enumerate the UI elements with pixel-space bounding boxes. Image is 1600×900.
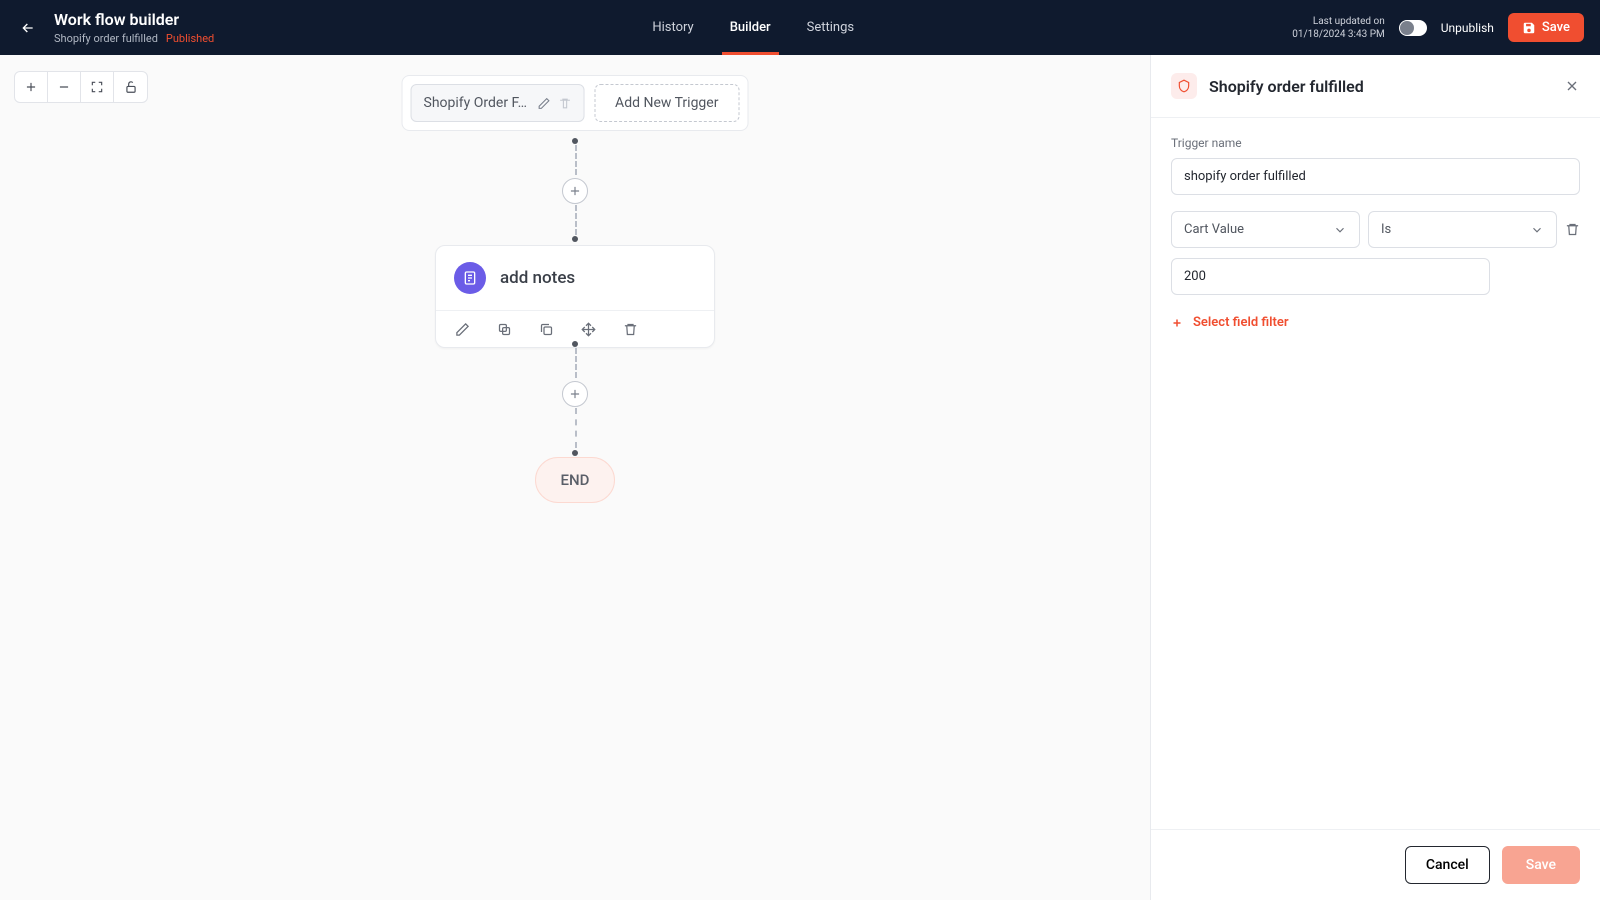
chevron-down-icon bbox=[1333, 223, 1347, 237]
page-title: Work flow builder bbox=[54, 10, 214, 29]
move-icon bbox=[581, 322, 596, 337]
filter-value-input[interactable] bbox=[1171, 258, 1490, 295]
app-header: Work flow builder Shopify order fulfille… bbox=[0, 0, 1600, 55]
plus-icon bbox=[568, 184, 582, 198]
add-filter-button[interactable]: Select field filter bbox=[1171, 315, 1580, 330]
end-node: END bbox=[535, 457, 615, 503]
panel-save-button[interactable]: Save bbox=[1502, 846, 1580, 884]
unpublish-label: Unpublish bbox=[1441, 21, 1494, 35]
trigger-name-label: Trigger name bbox=[1171, 136, 1580, 150]
edit-action-button[interactable] bbox=[454, 321, 470, 337]
add-step-button[interactable] bbox=[562, 381, 588, 407]
duplicate-icon bbox=[539, 322, 554, 337]
close-panel-button[interactable] bbox=[1564, 78, 1580, 94]
action-node[interactable]: add notes bbox=[435, 245, 715, 348]
filter-operator-select[interactable]: Is bbox=[1368, 211, 1557, 248]
trash-icon bbox=[623, 322, 638, 337]
trigger-node-label: Shopify Order F… bbox=[424, 95, 528, 111]
trigger-name-input[interactable] bbox=[1171, 158, 1580, 195]
shopify-icon bbox=[1171, 73, 1197, 99]
back-button[interactable] bbox=[16, 16, 40, 40]
save-icon bbox=[1522, 21, 1536, 35]
action-node-title: add notes bbox=[500, 268, 575, 288]
arrow-left-icon bbox=[20, 20, 36, 36]
add-trigger-button[interactable]: Add New Trigger bbox=[594, 84, 739, 122]
panel-title: Shopify order fulfilled bbox=[1209, 77, 1552, 96]
add-step-button[interactable] bbox=[562, 178, 588, 204]
close-icon bbox=[1564, 78, 1580, 94]
tab-settings[interactable]: Settings bbox=[807, 0, 854, 55]
copy-action-button[interactable] bbox=[496, 321, 512, 337]
plus-icon bbox=[568, 387, 582, 401]
save-button[interactable]: Save bbox=[1508, 13, 1584, 42]
trash-icon bbox=[1565, 222, 1580, 237]
trash-icon[interactable] bbox=[558, 97, 571, 110]
delete-filter-button[interactable] bbox=[1565, 222, 1580, 237]
move-action-button[interactable] bbox=[580, 321, 596, 337]
tab-builder[interactable]: Builder bbox=[730, 0, 771, 55]
publish-toggle[interactable] bbox=[1399, 20, 1427, 36]
copy-icon bbox=[497, 322, 512, 337]
cancel-button[interactable]: Cancel bbox=[1405, 846, 1490, 884]
edit-icon bbox=[455, 322, 470, 337]
plus-icon bbox=[1171, 317, 1183, 329]
workflow-name: Shopify order fulfilled bbox=[54, 32, 158, 45]
publish-status-badge: Published bbox=[166, 32, 214, 45]
delete-action-button[interactable] bbox=[622, 321, 638, 337]
chevron-down-icon bbox=[1530, 223, 1544, 237]
trigger-node[interactable]: Shopify Order F… bbox=[411, 84, 585, 122]
trigger-details-panel: Shopify order fulfilled Trigger name Car… bbox=[1150, 55, 1600, 900]
filter-field-select[interactable]: Cart Value bbox=[1171, 211, 1360, 248]
duplicate-action-button[interactable] bbox=[538, 321, 554, 337]
notes-icon bbox=[454, 262, 486, 294]
edit-icon[interactable] bbox=[537, 97, 550, 110]
last-updated: Last updated on 01/18/2024 3:43 PM bbox=[1292, 15, 1385, 41]
trigger-container: Shopify Order F… Add New Trigger bbox=[402, 75, 749, 131]
workflow-canvas[interactable]: Shopify Order F… Add New Trigger add not… bbox=[0, 55, 1150, 900]
tab-history[interactable]: History bbox=[652, 0, 693, 55]
